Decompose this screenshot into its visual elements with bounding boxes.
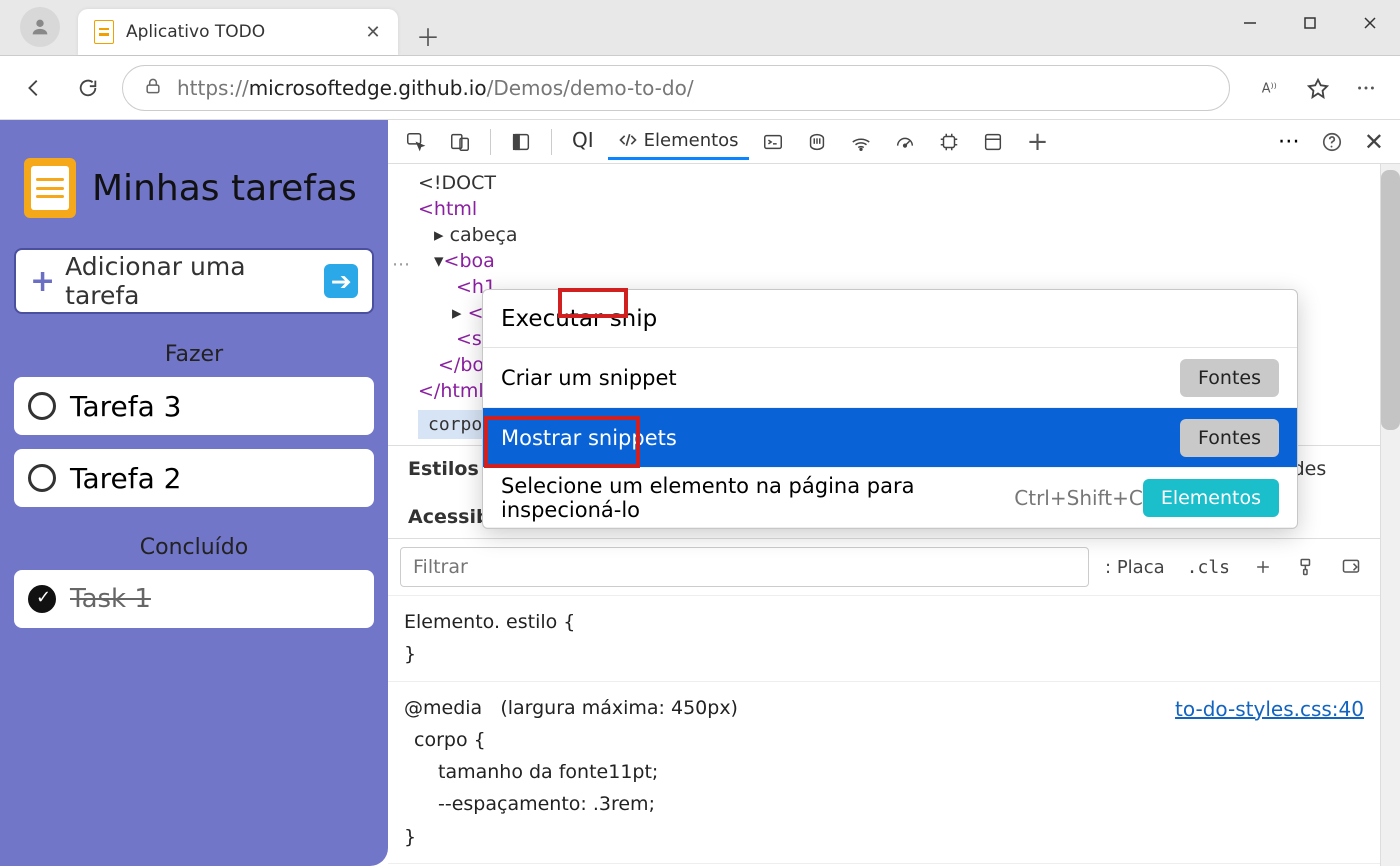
application-tab-icon[interactable] — [973, 124, 1013, 160]
profile-button[interactable] — [20, 7, 60, 47]
omnibox[interactable]: https://microsoftedge.github.io/Demos/de… — [122, 65, 1230, 111]
devtools-tab-elements[interactable]: Elementos — [608, 124, 749, 160]
new-style-rule-icon[interactable] — [1246, 550, 1280, 584]
memory-tab-icon[interactable] — [929, 124, 969, 160]
subtab-styles[interactable]: Estilos — [408, 458, 479, 480]
add-task-button[interactable]: + Adicionar uma tarefa ➔ — [14, 248, 374, 314]
devtools-close-button[interactable]: ✕ — [1356, 128, 1392, 156]
task-item[interactable]: Tarefa 3 — [14, 377, 374, 435]
clipboard-icon — [24, 158, 76, 218]
cls-chip[interactable]: .cls — [1181, 557, 1236, 578]
command-menu-popup: Executar snip Criar um snippet Fontes Mo… — [482, 289, 1298, 529]
paint-icon[interactable] — [1290, 550, 1324, 584]
submit-arrow-icon[interactable]: ➔ — [324, 264, 358, 298]
css-source-link[interactable]: to-do-styles.css:40 — [1175, 692, 1364, 726]
plus-icon: + — [30, 264, 55, 299]
address-bar: https://microsoftedge.github.io/Demos/de… — [0, 56, 1400, 120]
hov-chip[interactable]: : Placa — [1099, 557, 1171, 578]
devtools-more-icon[interactable]: ⋯ — [1270, 129, 1308, 154]
nav-back-button[interactable] — [14, 68, 54, 108]
command-badge: Elementos — [1143, 479, 1279, 517]
command-menu-item-selected[interactable]: Mostrar snippets Fontes — [483, 408, 1297, 468]
section-todo-label: Fazer — [14, 342, 374, 367]
circle-icon[interactable] — [28, 392, 56, 420]
console-tab-icon[interactable] — [753, 124, 793, 160]
browser-tab[interactable]: Aplicativo TODO ✕ — [78, 9, 398, 55]
add-task-label: Adicionar uma tarefa — [65, 252, 324, 310]
settings-more-button[interactable] — [1346, 68, 1386, 108]
devtools-scrollbar[interactable] — [1380, 164, 1400, 866]
tab-title: Aplicativo TODO — [126, 22, 362, 42]
inspect-element-icon[interactable] — [396, 124, 436, 160]
device-toggle-icon[interactable] — [440, 124, 480, 160]
sources-tab-icon[interactable] — [797, 124, 837, 160]
titlebar: Aplicativo TODO ✕ ＋ — [0, 0, 1400, 56]
dock-icon[interactable] — [501, 124, 541, 160]
tab-close-icon[interactable]: ✕ — [362, 21, 384, 43]
command-menu-item[interactable]: Criar um snippet Fontes — [483, 348, 1297, 408]
todo-app-panel: Minhas tarefas + Adicionar uma tarefa ➔ … — [0, 120, 388, 866]
circle-icon[interactable] — [28, 464, 56, 492]
nav-refresh-button[interactable] — [68, 68, 108, 108]
read-aloud-button[interactable]: A⁾⁾ — [1250, 68, 1290, 108]
command-menu-input[interactable]: Executar snip — [483, 290, 1297, 348]
tab-favicon-icon — [94, 20, 114, 44]
window-maximize-button[interactable] — [1280, 0, 1340, 46]
svg-text:A⁾⁾: A⁾⁾ — [1262, 81, 1277, 96]
devtools-tab-welcome[interactable]: QI — [562, 122, 604, 161]
task-item-done[interactable]: Task 1 — [14, 570, 374, 628]
devtools-toolbar: QI Elementos + ⋯ ✕ — [388, 120, 1400, 164]
css-rule-inline[interactable]: Elemento. estilo { } — [388, 596, 1380, 682]
window-close-button[interactable] — [1340, 0, 1400, 46]
devtools-help-icon[interactable] — [1312, 124, 1352, 160]
styles-filter-input[interactable] — [400, 547, 1089, 587]
command-shortcut: Ctrl+Shift+C — [1014, 486, 1143, 510]
css-rule-media[interactable]: to-do-styles.css:40 @media (largura máxi… — [388, 682, 1380, 864]
styles-filter-row: : Placa .cls — [388, 539, 1380, 596]
check-circle-icon[interactable] — [28, 585, 56, 613]
todo-title: Minhas tarefas — [92, 168, 357, 209]
devtools-more-tabs-button[interactable]: + — [1017, 127, 1059, 157]
window-minimize-button[interactable] — [1220, 0, 1280, 46]
performance-tab-icon[interactable] — [885, 124, 925, 160]
lock-icon — [143, 76, 163, 100]
command-badge: Fontes — [1180, 359, 1279, 397]
task-item[interactable]: Tarefa 2 — [14, 449, 374, 507]
new-tab-button[interactable]: ＋ — [408, 15, 448, 55]
command-menu-item[interactable]: Selecione um elemento na página para ins… — [483, 468, 1297, 528]
computed-panel-icon[interactable] — [1334, 550, 1368, 584]
command-badge: Fontes — [1180, 419, 1279, 457]
section-done-label: Concluído — [14, 535, 374, 560]
network-tab-icon[interactable] — [841, 124, 881, 160]
url-text: https://microsoftedge.github.io/Demos/de… — [177, 76, 694, 100]
favorite-button[interactable] — [1298, 68, 1338, 108]
